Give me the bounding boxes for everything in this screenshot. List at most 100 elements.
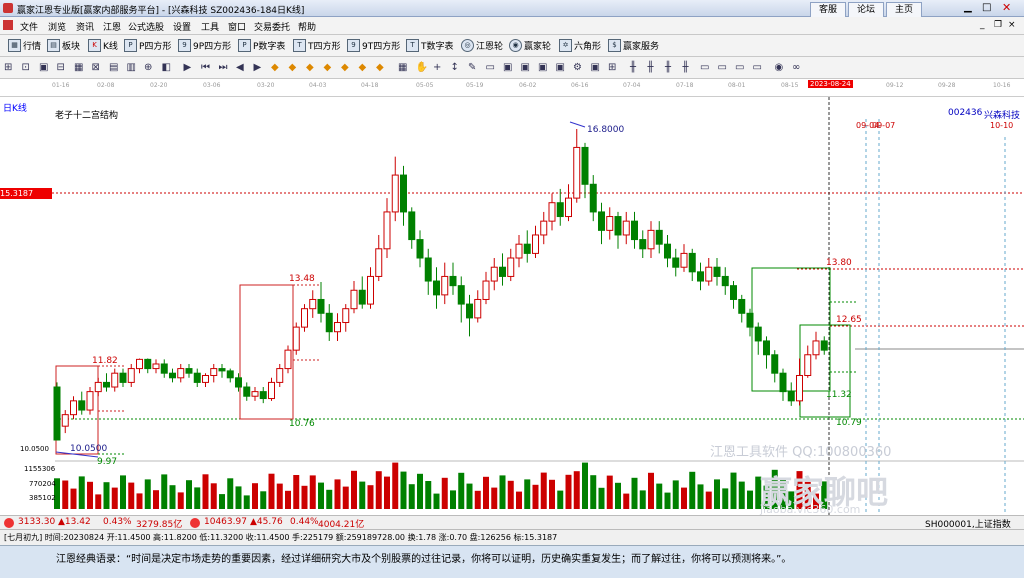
box3-bottom-label: 10.79 bbox=[836, 418, 862, 428]
grid-icon[interactable]: ▦ bbox=[74, 62, 85, 73]
menu-trade[interactable]: 交易委托 bbox=[254, 20, 290, 33]
pencil-icon[interactable]: ✎ bbox=[468, 62, 479, 73]
toolbar-hexagon[interactable]: ✡ 六角形 bbox=[559, 39, 601, 52]
volume-bar bbox=[565, 474, 572, 509]
kline-chart[interactable]: 16.8000 10.0500 11.82 9.97 13.48 10.76 13.80 12… bbox=[0, 97, 1024, 516]
layout-icon[interactable]: ⊞ bbox=[4, 62, 15, 73]
fan-3-icon[interactable]: ╫ bbox=[665, 62, 676, 73]
menu-gann[interactable]: 江恩 bbox=[103, 20, 121, 33]
hand-icon[interactable]: ✋ bbox=[416, 62, 428, 73]
close-icon[interactable]: ✕ bbox=[1002, 1, 1011, 14]
volume-bar bbox=[359, 481, 366, 509]
panel-icon[interactable]: ▣ bbox=[39, 62, 50, 73]
p-square-icon: P bbox=[124, 39, 137, 52]
volume-bar bbox=[392, 462, 399, 509]
add-icon[interactable]: ⊕ bbox=[144, 62, 155, 73]
sh-index-icon bbox=[4, 518, 14, 528]
split-icon[interactable]: ⊟ bbox=[57, 62, 68, 73]
next-icon[interactable]: ▶ bbox=[254, 62, 265, 73]
diamond-6-icon[interactable]: ◆ bbox=[359, 62, 370, 73]
maximize-icon[interactable]: □ bbox=[982, 2, 991, 13]
save-icon[interactable]: ▣ bbox=[503, 62, 514, 73]
fan-1-icon[interactable]: ╫ bbox=[630, 62, 641, 73]
toolbar-9t-square[interactable]: 9 9T四方形 bbox=[347, 39, 400, 52]
diamond-5-icon[interactable]: ◆ bbox=[341, 62, 352, 73]
rect-icon[interactable]: ▭ bbox=[486, 62, 497, 73]
diamond-2-icon[interactable]: ◆ bbox=[289, 62, 300, 73]
grid-icon: ▦ bbox=[8, 39, 21, 52]
list-icon[interactable]: ▤ bbox=[109, 62, 120, 73]
support-button[interactable]: 客服 bbox=[810, 2, 846, 18]
fan-4-icon[interactable]: ╫ bbox=[683, 62, 694, 73]
crosshair-icon[interactable]: + bbox=[433, 62, 444, 73]
mdi-minimize-icon[interactable]: _ bbox=[980, 20, 985, 30]
candle-body bbox=[367, 275, 374, 305]
color-icon[interactable]: ◉ bbox=[775, 62, 786, 73]
toolbar-t-square[interactable]: T T四方形 bbox=[293, 39, 341, 52]
volume-bar bbox=[491, 487, 498, 509]
prev-icon[interactable]: ◀ bbox=[236, 62, 247, 73]
toolbar-gann-wheel[interactable]: ◎ 江恩轮 bbox=[461, 39, 503, 52]
window-icon[interactable]: ⊡ bbox=[22, 62, 33, 73]
minimize-icon[interactable]: ▁ bbox=[964, 2, 972, 13]
candle-body bbox=[606, 216, 614, 231]
toolbar-9p-square[interactable]: 9 9P四方形 bbox=[178, 39, 231, 52]
candle-body bbox=[317, 298, 325, 314]
diamond-1-icon[interactable]: ◆ bbox=[271, 62, 282, 73]
volume-bar bbox=[516, 491, 522, 509]
toolbar-quotes[interactable]: ▦ 行情 bbox=[8, 39, 41, 52]
forum-button[interactable]: 论坛 bbox=[848, 2, 884, 18]
mdi-close-icon[interactable]: × bbox=[1008, 20, 1016, 30]
toolbar-sectors[interactable]: ▤ 板块 bbox=[47, 39, 80, 52]
fan-2-icon[interactable]: ╫ bbox=[648, 62, 659, 73]
candle-body bbox=[581, 146, 589, 185]
date-tick: 08-15 bbox=[781, 82, 799, 89]
volume-bar bbox=[598, 487, 605, 509]
table-icon[interactable]: ▦ bbox=[398, 62, 409, 73]
export-icon[interactable]: ▣ bbox=[591, 62, 602, 73]
volume-bar bbox=[738, 481, 745, 509]
first-icon[interactable]: ⏮ bbox=[201, 62, 212, 73]
menu-news[interactable]: 资讯 bbox=[76, 20, 94, 33]
menu-window[interactable]: 窗口 bbox=[228, 20, 246, 33]
copy-icon[interactable]: ▣ bbox=[538, 62, 549, 73]
diamond-7-icon[interactable]: ◆ bbox=[376, 62, 387, 73]
menu-settings[interactable]: 设置 bbox=[173, 20, 191, 33]
menu-formula[interactable]: 公式选股 bbox=[128, 20, 164, 33]
toolbar-p-table[interactable]: P P数字表 bbox=[238, 39, 285, 52]
toolbar-winner-wheel[interactable]: ◉ 赢家轮 bbox=[509, 39, 551, 52]
half-icon[interactable]: ◧ bbox=[162, 62, 173, 73]
layers-icon[interactable]: ⊞ bbox=[608, 62, 619, 73]
columns-icon[interactable]: ▥ bbox=[127, 62, 138, 73]
candle-body bbox=[820, 340, 828, 351]
paste-icon[interactable]: ▣ bbox=[556, 62, 567, 73]
menu-help[interactable]: 帮助 bbox=[298, 20, 316, 33]
box-1-icon[interactable]: ▭ bbox=[700, 62, 711, 73]
candle-body bbox=[730, 285, 737, 300]
mdi-restore-icon[interactable]: ❐ bbox=[994, 20, 1002, 30]
toolbar-p-square[interactable]: P P四方形 bbox=[124, 39, 171, 52]
toolbar-service[interactable]: $ 赢家服务 bbox=[608, 39, 659, 52]
menu-file[interactable]: 文件 bbox=[20, 20, 38, 33]
box-4-icon[interactable]: ▭ bbox=[753, 62, 764, 73]
close-grid-icon[interactable]: ⊠ bbox=[92, 62, 103, 73]
cursor-date-tag: 2023-08-24 bbox=[808, 80, 853, 88]
volume-bar bbox=[648, 472, 654, 509]
box2-bottom-label: 10.76 bbox=[289, 419, 315, 429]
diamond-4-icon[interactable]: ◆ bbox=[324, 62, 335, 73]
link-icon[interactable]: ∞ bbox=[792, 62, 803, 73]
candle-body bbox=[391, 174, 399, 213]
toolbar-t-table[interactable]: T T数字表 bbox=[406, 39, 454, 52]
toolbar-kline[interactable]: K K线 bbox=[88, 39, 118, 52]
homepage-button[interactable]: 主页 bbox=[886, 2, 922, 18]
box-2-icon[interactable]: ▭ bbox=[718, 62, 729, 73]
diamond-3-icon[interactable]: ◆ bbox=[306, 62, 317, 73]
play-icon[interactable]: ▶ bbox=[184, 62, 195, 73]
settings-icon[interactable]: ⚙ bbox=[573, 62, 584, 73]
menu-tools[interactable]: 工具 bbox=[201, 20, 219, 33]
menu-browse[interactable]: 浏览 bbox=[48, 20, 66, 33]
print-icon[interactable]: ▣ bbox=[521, 62, 532, 73]
last-icon[interactable]: ⏭ bbox=[219, 62, 230, 73]
vertical-icon[interactable]: ↕ bbox=[451, 62, 462, 73]
box-3-icon[interactable]: ▭ bbox=[735, 62, 746, 73]
